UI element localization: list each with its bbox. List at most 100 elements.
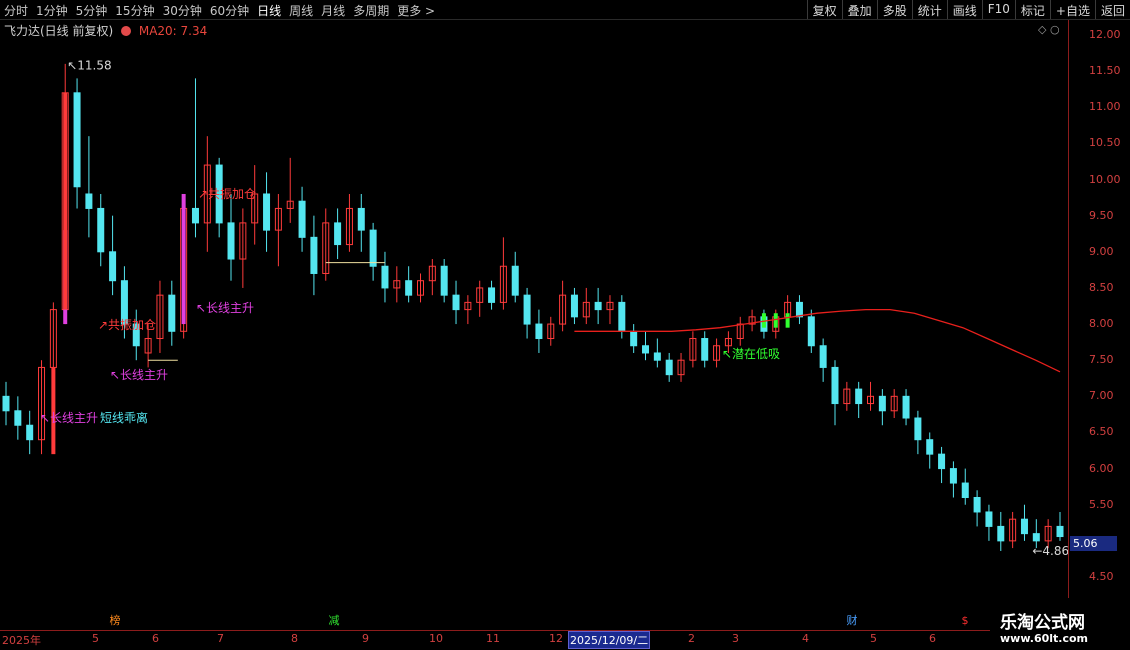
date-tick: 2025/12/09/二 [568, 631, 651, 649]
signal-label: ↖长线主升 [40, 411, 98, 425]
tool-button[interactable]: 复权 [806, 0, 842, 19]
price-tick: 11.00 [1089, 100, 1121, 114]
tool-buttons: 复权 叠加 多股 统计 画线 F10 标记 +自选 返回 [806, 0, 1130, 19]
price-tick: 11.50 [1089, 64, 1121, 78]
price-tick: 9.50 [1089, 208, 1114, 222]
candle-body [263, 193, 271, 231]
signal-label: ↖潜在低吸 [722, 347, 780, 361]
candle-body [618, 301, 626, 332]
price-tick: 7.50 [1089, 353, 1114, 367]
signal-label: ↖长线主升 [196, 301, 254, 315]
candle-body [855, 388, 863, 405]
price-tick: 6.00 [1089, 461, 1114, 475]
candle-body [440, 265, 448, 296]
candle-body [2, 395, 10, 412]
candle-body [949, 468, 957, 484]
brand-name: 乐淘公式网 [1000, 613, 1085, 633]
date-tick: 8 [291, 632, 298, 645]
tool-button[interactable]: 统计 [911, 0, 947, 19]
signal-label: ↗共振加仓 [98, 318, 156, 332]
price-tick: 10.00 [1089, 172, 1121, 186]
candle-body [795, 301, 803, 318]
price-tick: 9.00 [1089, 244, 1114, 258]
price-tick: 5.50 [1089, 497, 1114, 511]
candle-body [831, 366, 839, 405]
candle-body [227, 222, 235, 260]
period-tab[interactable]: 30分钟 [159, 0, 206, 19]
candle-body [961, 482, 969, 499]
date-tick: 9 [362, 632, 369, 645]
low-marker: ←4.86 [1032, 544, 1068, 558]
candle-body [381, 265, 389, 289]
signal-bar [785, 313, 790, 328]
signal-label: ↗共振加仓 [198, 187, 256, 201]
price-chart[interactable]: ↖11.58←4.86↖长线主升 短线乖离↖长线主升↗共振加仓↖长线主升↗共振加仓… [0, 20, 1068, 612]
price-tick: 12.00 [1089, 28, 1121, 41]
candle-body [973, 497, 981, 513]
event-marker-icon[interactable]: 财 [845, 614, 859, 628]
candle-body [85, 193, 93, 209]
candle-body [310, 236, 318, 274]
candle-body [298, 200, 306, 238]
price-tick: 10.50 [1089, 136, 1121, 150]
period-tab[interactable]: 5分钟 [72, 0, 112, 19]
candle-body [938, 453, 946, 470]
candle-body [405, 280, 413, 296]
candle-body [642, 345, 650, 354]
candle-body [535, 323, 543, 340]
date-tick: 3 [732, 632, 739, 645]
period-tab[interactable]: 周线 [285, 0, 317, 19]
candle-body [1032, 533, 1040, 542]
period-tab[interactable]: 分时 [0, 0, 32, 19]
candle-body [26, 424, 34, 441]
event-marker-icon[interactable]: $ [958, 614, 972, 628]
date-tick: 2025年 [2, 634, 41, 647]
period-tab[interactable]: 1分钟 [32, 0, 72, 19]
tool-button[interactable]: 标记 [1014, 0, 1050, 19]
price-tick: 8.50 [1089, 280, 1114, 294]
candle-body [109, 251, 117, 282]
candle-body [14, 410, 22, 426]
period-tab[interactable]: 月线 [317, 0, 349, 19]
period-tab[interactable]: 15分钟 [111, 0, 158, 19]
tool-button[interactable]: 多股 [876, 0, 912, 19]
date-tick: 7 [217, 632, 224, 645]
date-tick: 12 [549, 632, 563, 645]
event-marker-icon[interactable]: 榜 [108, 614, 122, 628]
top-toolbar: 分时 1分钟 5分钟 15分钟 30分钟 60分钟 日线 周线 月线 多周期 更多 > 复权 叠加 多股… [0, 0, 1130, 20]
period-tab[interactable]: 日线 [253, 0, 285, 19]
candle-body [653, 352, 661, 361]
tool-button[interactable]: 画线 [946, 0, 982, 19]
period-tab[interactable]: 60分钟 [206, 0, 253, 19]
candle-body [73, 92, 81, 188]
period-tab[interactable]: 更多 > [393, 0, 439, 19]
price-tick: 4.50 [1089, 570, 1114, 583]
candle-body [1020, 518, 1028, 535]
candle-body [878, 395, 886, 412]
period-tab[interactable]: 多周期 [349, 0, 393, 19]
date-tick: 11 [486, 632, 500, 645]
current-price-tag: 5.06 [1070, 536, 1117, 551]
event-marker-icon[interactable]: 减 [327, 614, 341, 628]
signal-label: 短线乖离 [100, 410, 148, 425]
candle-body [357, 207, 365, 231]
candle-body [819, 345, 827, 368]
candle-body [523, 294, 531, 325]
tool-button[interactable]: +自选 [1049, 0, 1095, 19]
tool-button[interactable]: 叠加 [841, 0, 877, 19]
candle-body [665, 359, 673, 376]
candle-body [594, 301, 602, 311]
period-tabs: 分时 1分钟 5分钟 15分钟 30分钟 60分钟 日线 周线 月线 多周期 更多 > [0, 0, 439, 19]
tool-button[interactable]: F10 [981, 0, 1015, 19]
signal-bar [773, 313, 778, 328]
signal-bar [63, 92, 68, 310]
candle-body [452, 294, 460, 311]
date-tick: 2 [688, 632, 695, 645]
date-tick: 6 [152, 632, 159, 645]
date-tick: 6 [929, 632, 936, 645]
candle-body [997, 525, 1005, 542]
candle-body [1056, 525, 1064, 538]
candle-body [97, 207, 105, 253]
candle-body [985, 511, 993, 527]
tool-button[interactable]: 返回 [1094, 0, 1130, 19]
